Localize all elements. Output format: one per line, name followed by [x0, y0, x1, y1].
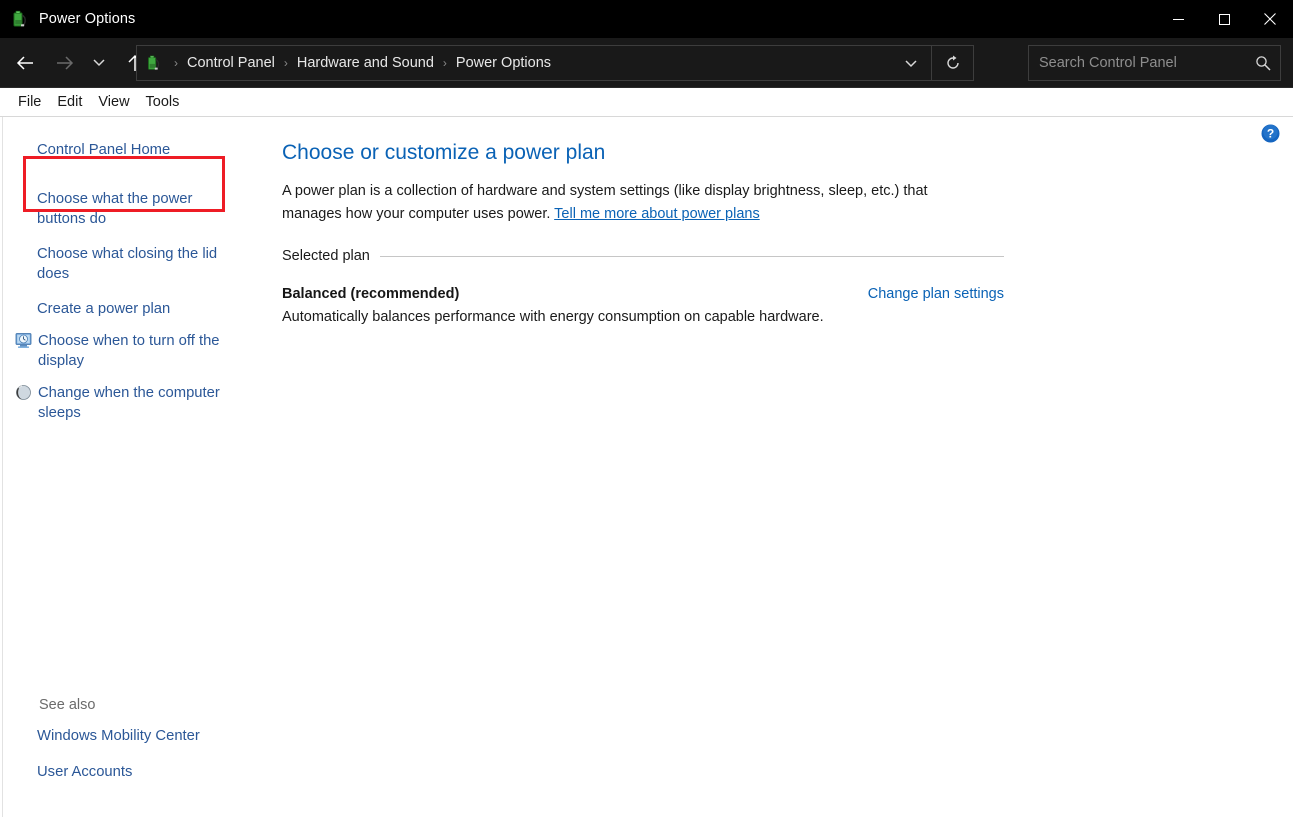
sidebar-item-change-when-computer-sleeps[interactable]: Change when the computer sleeps	[38, 380, 231, 426]
see-also-user-accounts[interactable]: User Accounts	[37, 759, 227, 785]
search-box[interactable]	[1028, 45, 1281, 81]
breadcrumb-hardware-and-sound[interactable]: Hardware and Sound	[293, 53, 438, 73]
address-dropdown-icon[interactable]	[891, 46, 931, 80]
sidebar-row-computer-sleeps[interactable]: Change when the computer sleeps	[3, 380, 267, 426]
menu-item-view[interactable]: View	[90, 90, 137, 114]
page-description: A power plan is a collection of hardware…	[282, 180, 972, 226]
breadcrumb-power-options[interactable]: Power Options	[452, 53, 555, 73]
window-title: Power Options	[39, 11, 136, 27]
see-also-section: See also Windows Mobility Center User Ac…	[3, 697, 267, 785]
search-input[interactable]	[1029, 55, 1246, 71]
main-content: ? Choose or customize a power plan A pow…	[267, 117, 1293, 817]
navigation-bar: › Control Panel › Hardware and Sound › P…	[0, 38, 1293, 88]
close-button[interactable]	[1247, 0, 1293, 38]
minimize-button[interactable]	[1155, 0, 1201, 38]
breadcrumb-separator: ›	[283, 56, 288, 70]
see-also-windows-mobility-center[interactable]: Windows Mobility Center	[37, 723, 227, 749]
plan-description: Automatically balances performance with …	[282, 309, 824, 325]
breadcrumb-separator: ›	[174, 56, 178, 70]
sidebar-item-choose-closing-lid[interactable]: Choose what closing the lid does	[37, 241, 227, 287]
workspace: Control Panel Home Choose what the power…	[0, 117, 1293, 817]
menu-bar: File Edit View Tools	[0, 88, 1293, 117]
breadcrumb-separator: ›	[442, 56, 447, 70]
sidebar-item-choose-when-turn-off-display[interactable]: Choose when to turn off the display	[38, 328, 231, 374]
title-bar: Power Options	[0, 0, 1293, 38]
plan-row: Balanced (recommended) Change plan setti…	[282, 286, 1004, 302]
window-controls	[1155, 0, 1293, 38]
sidebar-item-control-panel-home[interactable]: Control Panel Home	[37, 137, 227, 163]
menu-item-edit[interactable]: Edit	[49, 90, 90, 114]
change-plan-settings-link[interactable]: Change plan settings	[868, 286, 1004, 302]
sidebar-item-choose-power-buttons[interactable]: Choose what the power buttons do	[37, 186, 227, 232]
sidebar-item-create-power-plan[interactable]: Create a power plan	[37, 296, 227, 322]
address-bar[interactable]: › Control Panel › Hardware and Sound › P…	[136, 45, 974, 81]
menu-item-tools[interactable]: Tools	[138, 90, 188, 114]
forward-icon[interactable]	[48, 46, 82, 80]
help-question-icon[interactable]: ?	[1261, 124, 1280, 143]
search-icon[interactable]	[1246, 46, 1280, 80]
page-title: Choose or customize a power plan	[282, 141, 606, 164]
menu-item-file[interactable]: File	[10, 90, 49, 114]
chevron-down-icon[interactable]	[86, 46, 112, 80]
back-icon[interactable]	[8, 46, 42, 80]
see-also-title: See also	[39, 697, 96, 713]
sidebar: Control Panel Home Choose what the power…	[3, 117, 267, 817]
refresh-icon[interactable]	[931, 46, 973, 80]
breadcrumb-control-panel[interactable]: Control Panel	[183, 53, 279, 73]
group-divider-rule	[379, 255, 1004, 257]
selected-plan-group-header: Selected plan	[282, 248, 1004, 264]
selected-plan-label: Selected plan	[282, 248, 370, 264]
svg-text:?: ?	[1267, 127, 1274, 141]
power-plug-battery-icon	[9, 9, 29, 29]
address-power-plug-battery-icon	[144, 54, 162, 72]
tell-me-more-link[interactable]: Tell me more about power plans	[554, 206, 760, 222]
sleep-moon-icon	[15, 384, 32, 401]
maximize-button[interactable]	[1201, 0, 1247, 38]
sidebar-row-turn-off-display[interactable]: Choose when to turn off the display	[3, 328, 267, 374]
plan-name: Balanced (recommended)	[282, 286, 460, 302]
display-clock-icon	[15, 332, 32, 349]
